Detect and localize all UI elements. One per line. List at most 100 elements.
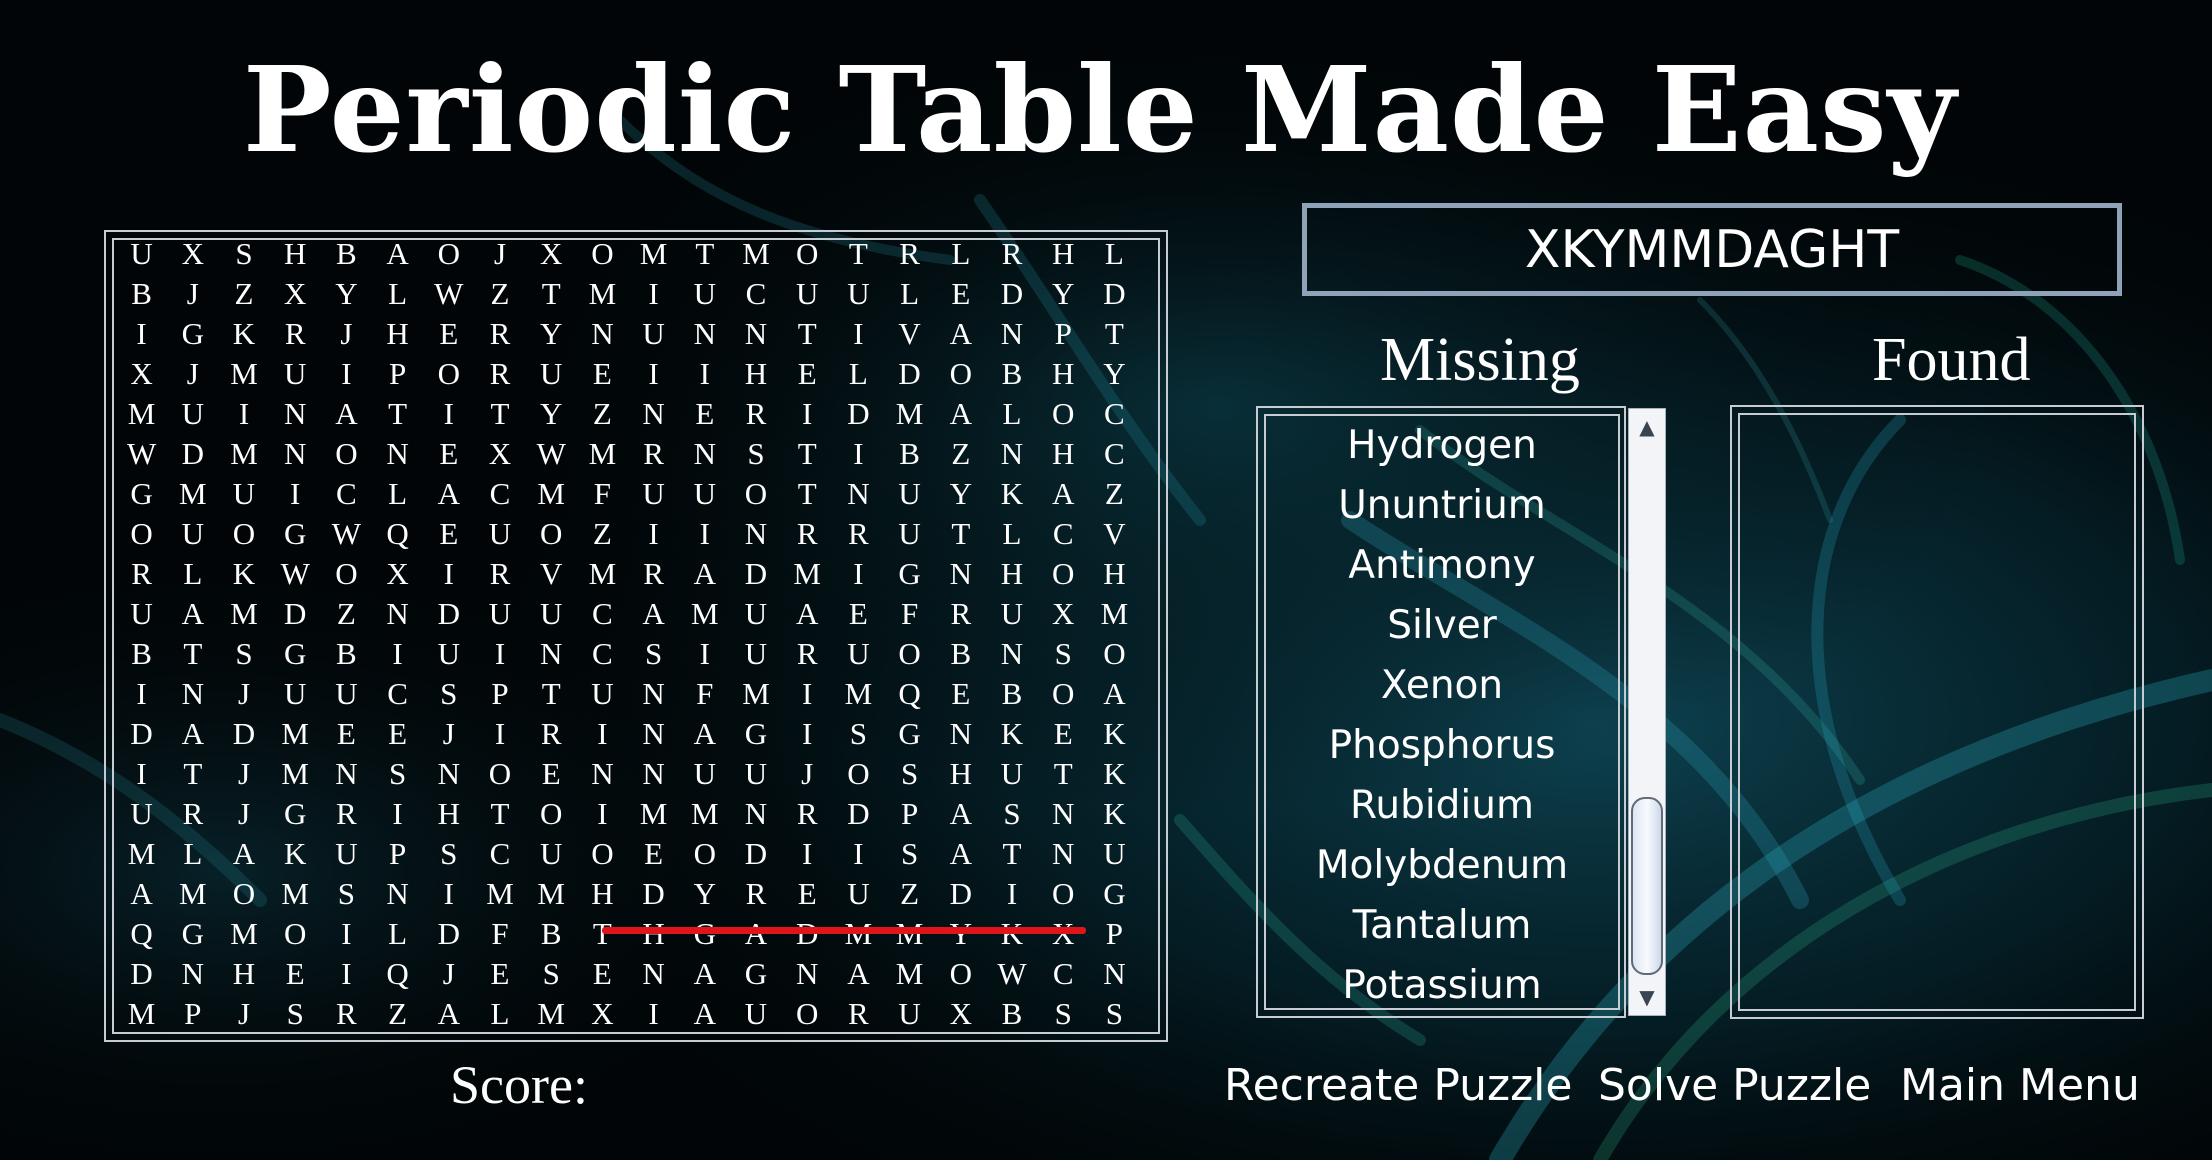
grid-cell[interactable]: N — [628, 754, 679, 794]
grid-cell[interactable]: Y — [526, 314, 577, 354]
grid-cell[interactable]: N — [679, 314, 730, 354]
grid-cell[interactable]: B — [321, 634, 372, 674]
grid-cell[interactable]: G — [116, 474, 167, 514]
grid-cell[interactable]: C — [1038, 514, 1089, 554]
grid-cell[interactable]: X — [1038, 914, 1089, 954]
grid-cell[interactable]: O — [679, 834, 730, 874]
grid-cell[interactable]: A — [679, 554, 730, 594]
grid-cell[interactable]: N — [372, 874, 423, 914]
grid-cell[interactable]: C — [474, 834, 525, 874]
grid-cell[interactable]: S — [423, 674, 474, 714]
grid-cell[interactable]: W — [423, 274, 474, 314]
grid-cell[interactable]: T — [577, 914, 628, 954]
grid-cell[interactable]: Q — [372, 954, 423, 994]
grid-cell[interactable]: J — [423, 954, 474, 994]
grid-cell[interactable]: G — [167, 314, 218, 354]
grid-cell[interactable]: R — [782, 794, 833, 834]
grid-cell[interactable]: Y — [321, 274, 372, 314]
grid-cell[interactable]: Z — [321, 594, 372, 634]
grid-cell[interactable]: M — [833, 914, 884, 954]
grid-cell[interactable]: N — [423, 754, 474, 794]
grid-cell[interactable]: U — [474, 594, 525, 634]
grid-cell[interactable]: U — [116, 594, 167, 634]
grid-cell[interactable]: L — [167, 554, 218, 594]
grid-cell[interactable]: R — [526, 714, 577, 754]
grid-cell[interactable]: J — [218, 754, 269, 794]
grid-cell[interactable]: S — [321, 874, 372, 914]
grid-cell[interactable]: E — [423, 314, 474, 354]
grid-cell[interactable]: L — [372, 274, 423, 314]
grid-cell[interactable]: N — [782, 954, 833, 994]
grid-cell[interactable]: G — [884, 714, 935, 754]
grid-cell[interactable]: B — [986, 354, 1037, 394]
grid-cell[interactable]: A — [423, 994, 474, 1034]
grid-cell[interactable]: U — [474, 514, 525, 554]
grid-cell[interactable]: N — [833, 474, 884, 514]
grid-cell[interactable]: G — [270, 634, 321, 674]
grid-cell[interactable]: F — [679, 674, 730, 714]
grid-cell[interactable]: F — [577, 474, 628, 514]
grid-cell[interactable]: N — [270, 434, 321, 474]
grid-cell[interactable]: I — [628, 514, 679, 554]
grid-cell[interactable]: J — [782, 754, 833, 794]
grid-cell[interactable]: Y — [935, 474, 986, 514]
grid-cell[interactable]: Z — [884, 874, 935, 914]
grid-cell[interactable]: A — [1089, 674, 1140, 714]
grid-cell[interactable]: E — [577, 954, 628, 994]
grid-cell[interactable]: X — [474, 434, 525, 474]
grid-cell[interactable]: O — [474, 754, 525, 794]
grid-cell[interactable]: G — [1089, 874, 1140, 914]
grid-cell[interactable]: I — [372, 794, 423, 834]
grid-cell[interactable]: G — [270, 794, 321, 834]
grid-cell[interactable]: C — [474, 474, 525, 514]
grid-cell[interactable]: A — [935, 794, 986, 834]
grid-cell[interactable]: O — [1038, 874, 1089, 914]
grid-cell[interactable]: D — [730, 834, 781, 874]
grid-cell[interactable]: O — [423, 354, 474, 394]
grid-cell[interactable]: O — [218, 514, 269, 554]
grid-cell[interactable]: I — [116, 674, 167, 714]
grid-cell[interactable]: U — [628, 314, 679, 354]
grid-cell[interactable]: S — [986, 794, 1037, 834]
grid-cell[interactable]: S — [833, 714, 884, 754]
grid-cell[interactable]: P — [884, 794, 935, 834]
grid-cell[interactable]: S — [218, 634, 269, 674]
grid-cell[interactable]: H — [423, 794, 474, 834]
grid-cell[interactable]: S — [372, 754, 423, 794]
grid-cell[interactable]: A — [423, 474, 474, 514]
grid-cell[interactable]: L — [474, 994, 525, 1034]
grid-cell[interactable]: A — [167, 714, 218, 754]
grid-cell[interactable]: J — [321, 314, 372, 354]
grid-cell[interactable]: N — [577, 754, 628, 794]
grid-cell[interactable]: R — [474, 354, 525, 394]
grid-cell[interactable]: M — [833, 674, 884, 714]
grid-cell[interactable]: E — [474, 954, 525, 994]
grid-cell[interactable]: T — [474, 794, 525, 834]
grid-cell[interactable]: Q — [884, 674, 935, 714]
grid-cell[interactable]: J — [167, 354, 218, 394]
grid-cell[interactable]: N — [321, 754, 372, 794]
grid-cell[interactable]: I — [474, 634, 525, 674]
grid-cell[interactable]: B — [321, 234, 372, 274]
grid-cell[interactable]: L — [372, 474, 423, 514]
grid-cell[interactable]: U — [730, 754, 781, 794]
grid-cell[interactable]: I — [986, 874, 1037, 914]
grid-cell[interactable]: M — [474, 874, 525, 914]
grid-cell[interactable]: U — [1089, 834, 1140, 874]
grid-cell[interactable]: I — [782, 674, 833, 714]
grid-cell[interactable]: U — [986, 754, 1037, 794]
grid-cell[interactable]: K — [986, 474, 1037, 514]
grid-cell[interactable]: T — [167, 754, 218, 794]
grid-cell[interactable]: W — [321, 514, 372, 554]
grid-cell[interactable]: I — [218, 394, 269, 434]
grid-cell[interactable]: N — [986, 314, 1037, 354]
grid-cell[interactable]: O — [321, 434, 372, 474]
grid-cell[interactable]: M — [526, 474, 577, 514]
grid-cell[interactable]: A — [116, 874, 167, 914]
grid-cell[interactable]: W — [986, 954, 1037, 994]
grid-cell[interactable]: P — [1038, 314, 1089, 354]
grid-cell[interactable]: I — [321, 954, 372, 994]
grid-cell[interactable]: P — [167, 994, 218, 1034]
grid-cell[interactable]: T — [1089, 314, 1140, 354]
grid-cell[interactable]: T — [782, 314, 833, 354]
